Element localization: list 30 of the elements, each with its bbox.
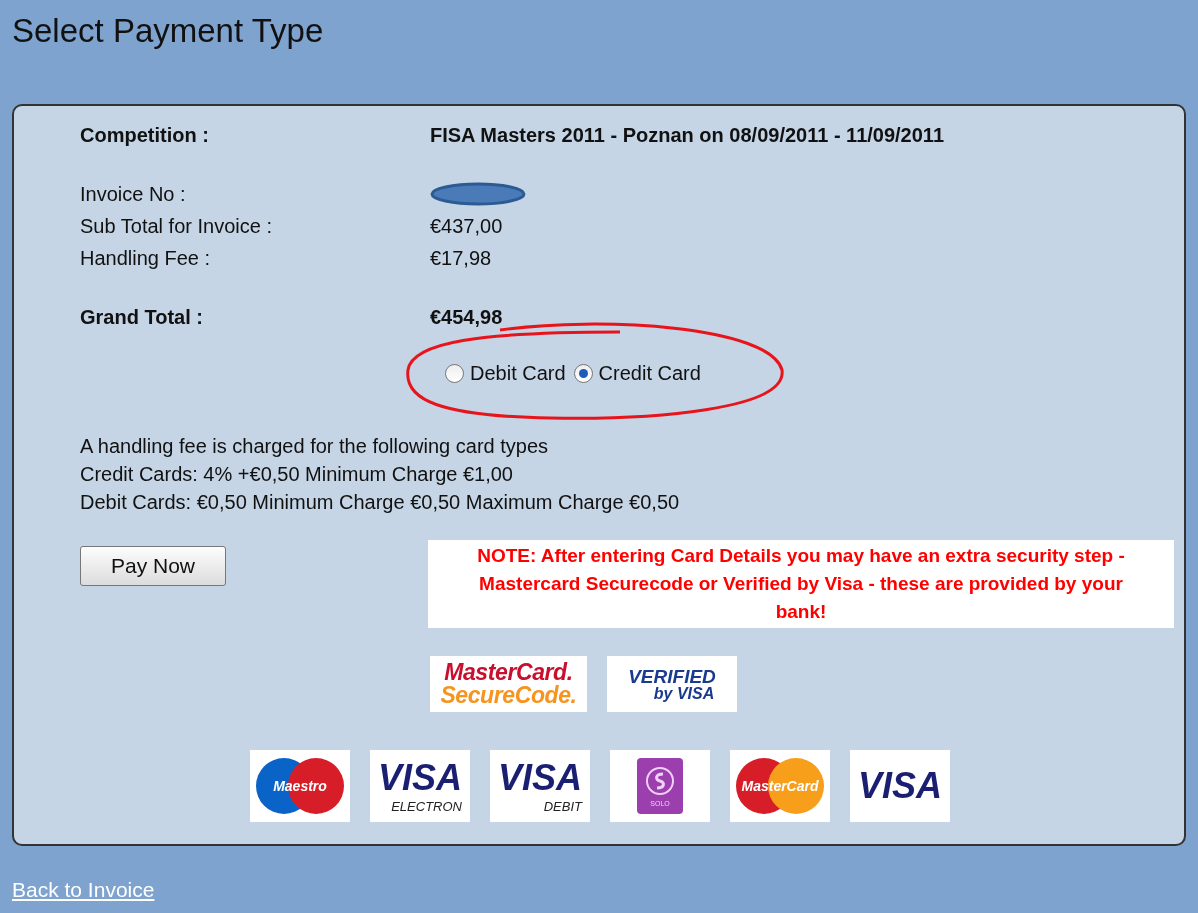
field-label: Invoice No : (80, 182, 187, 207)
radio-label[interactable]: Debit Card (470, 358, 566, 388)
fee-note: A handling fee is charged for the following card types (80, 434, 550, 459)
logo-text: VISA (858, 768, 942, 804)
field-label: Competition : (80, 123, 210, 148)
radio-button[interactable] (445, 363, 464, 383)
radio-button[interactable] (573, 363, 593, 383)
field-value: €437,00 (430, 214, 504, 239)
field-value: €17,98 (430, 246, 493, 271)
fee-note: Debit Cards: €0,50 Minimum Charge €0,50 Maximum Charge €0,50 (80, 490, 681, 515)
field-label: Sub Total for Invoice : (80, 214, 273, 239)
logo-text: ELECTRON (391, 799, 463, 813)
logo-text: MasterCard. (444, 661, 573, 684)
swirl-icon (645, 765, 675, 796)
logo-text: by VISA (652, 685, 715, 702)
fee-note: Credit Cards: 4% +€0,50 Minimum Charge €1,00 (80, 462, 514, 487)
logo-text: SecureCode. (440, 684, 577, 707)
logo-text: VERIFIED (628, 666, 716, 686)
field-label: Grand Total : (80, 305, 204, 330)
pay-now-button[interactable]: Pay Now (80, 546, 226, 586)
field-label: Handling Fee : (80, 246, 212, 271)
overlapping-circles-icon (254, 756, 346, 816)
logo-text: DEBIT (543, 799, 584, 813)
security-note: NOTE: After entering Card Details you may have an extra security step - Mastercard Securecode or Verified by Visa - these are provided by your bank! (428, 540, 1174, 628)
logo-text: VISA (378, 759, 462, 796)
field-value: €454,98 (430, 305, 504, 330)
logo-text: VISA (498, 759, 582, 796)
page-title: Select Payment Type (11, 11, 325, 51)
field-value: FISA Masters 2011 - Poznan on 08/09/2011 - 11/09/2011 (430, 123, 945, 148)
radio-label[interactable]: Credit Card (598, 358, 701, 388)
